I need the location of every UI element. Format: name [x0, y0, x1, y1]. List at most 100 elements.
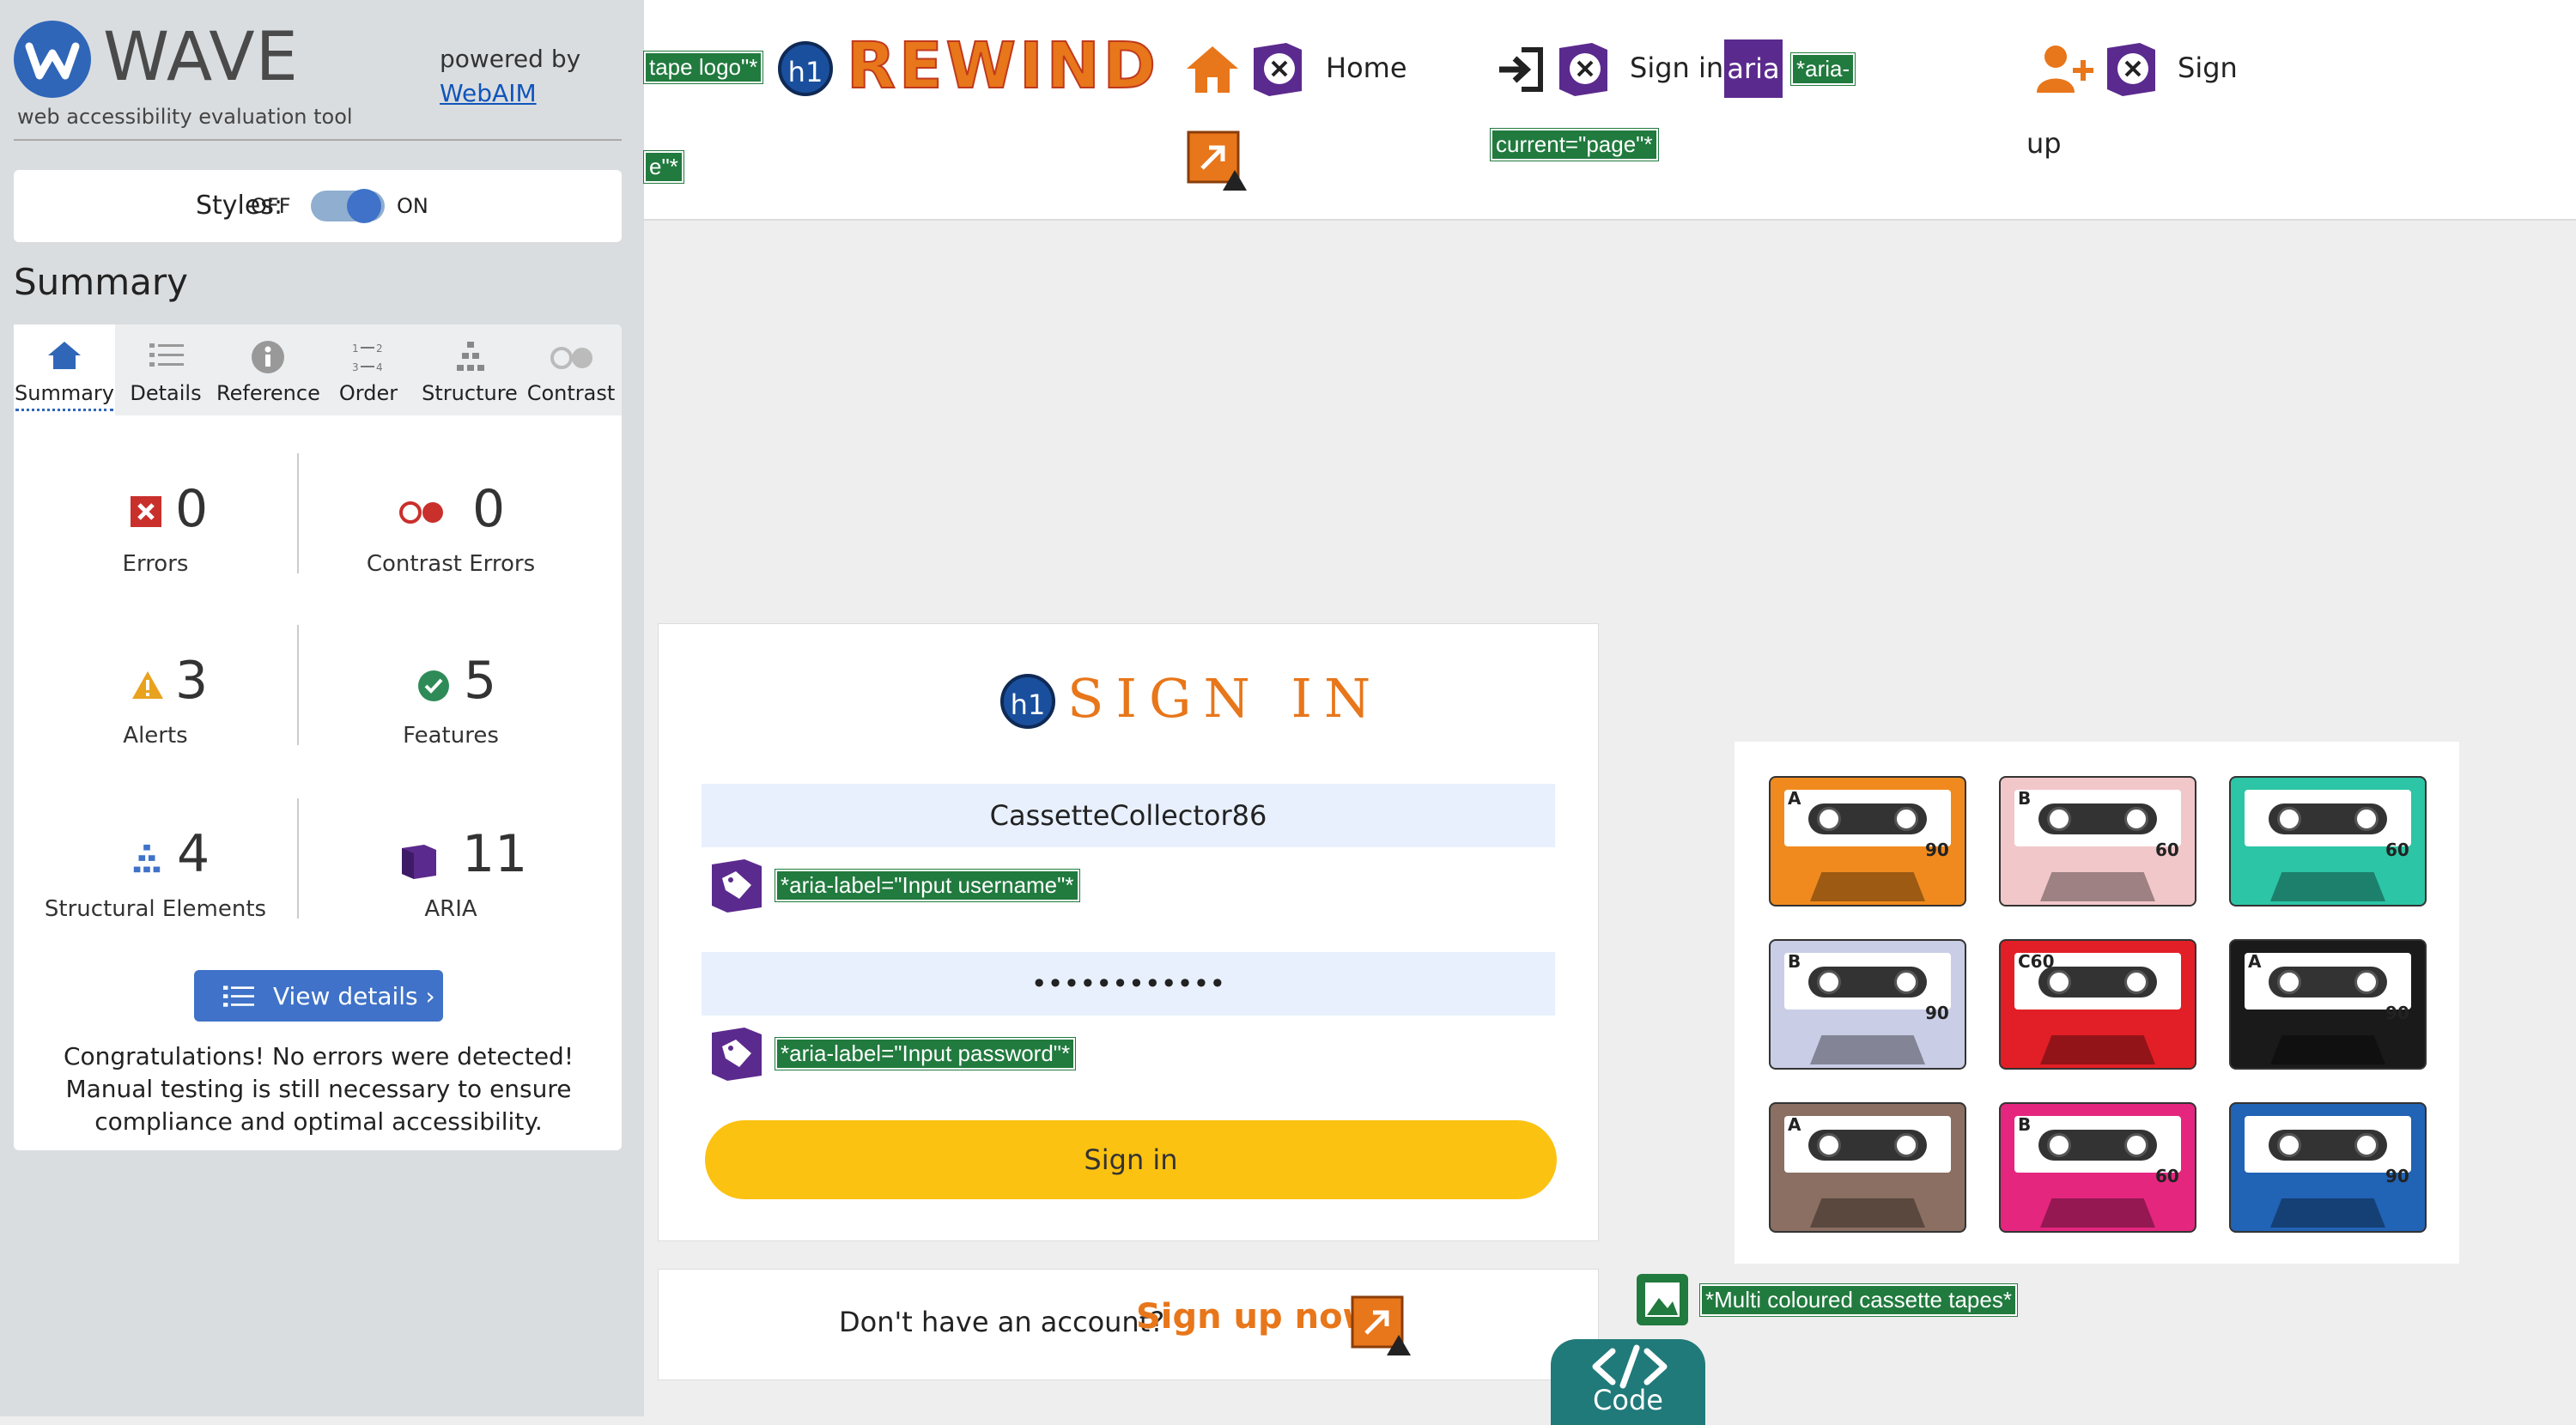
- tab-structure[interactable]: Structure: [419, 335, 520, 412]
- styles-off-label: OFF: [251, 194, 291, 218]
- add-user-icon[interactable]: [2035, 43, 2095, 94]
- aria-current-tag: *aria-: [1789, 52, 1856, 86]
- cassette-reel: [2047, 970, 2071, 994]
- tab-reference[interactable]: Reference: [216, 335, 320, 412]
- cassette-length-label: 90: [1925, 840, 1949, 860]
- stat-features[interactable]: 5 Features: [309, 651, 592, 762]
- code-button[interactable]: Code: [1551, 1339, 1705, 1425]
- code-icon: [1592, 1344, 1668, 1389]
- aria-badge: aria: [1724, 39, 1783, 98]
- webaim-link[interactable]: WebAIM: [440, 79, 537, 107]
- contrast-icon: [550, 347, 592, 369]
- cassette-tape: B 90: [1769, 939, 1966, 1070]
- cassette-reel: [2124, 1133, 2148, 1157]
- stat-aria[interactable]: 11 ARIA: [309, 824, 592, 936]
- svg-text:1: 1: [352, 343, 359, 355]
- cassette-tape: C60: [1999, 939, 2196, 1070]
- nav-home[interactable]: Home: [1326, 52, 1407, 84]
- link-alert-icon: [1351, 1295, 1411, 1355]
- cassette-tape: A 90: [1769, 776, 1966, 907]
- aria-label-icon: [712, 859, 762, 913]
- alerts-label: Alerts: [123, 723, 188, 749]
- cassette-base: [2270, 1198, 2385, 1228]
- stat-structural[interactable]: 4 Structural Elements: [14, 824, 297, 936]
- cassette-base: [2040, 1198, 2155, 1228]
- page-title: SIGN IN: [1067, 667, 1383, 730]
- sign-in-icon[interactable]: [1496, 46, 1546, 93]
- divider: [297, 798, 299, 919]
- tab-order[interactable]: 1 2 3 4 Order: [318, 335, 419, 412]
- tab-label: Summary: [15, 381, 114, 405]
- svg-text:2: 2: [376, 343, 383, 355]
- tab-label: Details: [130, 381, 202, 405]
- aria-label-tag: *aria-label="Input password"*: [774, 1037, 1077, 1070]
- cassette-tape: A 90: [2229, 939, 2427, 1070]
- info-icon: [252, 341, 284, 373]
- cassette-side-label: C60: [2018, 951, 2055, 972]
- cassette-length-label: 60: [2155, 1166, 2179, 1186]
- signup-prompt: Don't have an account?: [839, 1306, 1165, 1338]
- list-icon: [223, 985, 254, 1007]
- cassette-reel: [1817, 807, 1841, 831]
- home-icon[interactable]: [1185, 43, 1240, 94]
- username-input[interactable]: CassetteCollector86: [702, 784, 1555, 847]
- structure-icon: [133, 844, 161, 873]
- cassette-tape: B 60: [1999, 776, 2196, 907]
- cassette-length-label: 60: [2155, 840, 2179, 860]
- nav-signin[interactable]: Sign in: [1630, 52, 1723, 84]
- link-alert-icon: [1187, 130, 1247, 191]
- cassette-base: [2040, 872, 2155, 901]
- alt-text-tag: *Multi coloured cassette tapes*: [1699, 1283, 2018, 1317]
- cassette-reel: [2124, 807, 2148, 831]
- summary-heading: Summary: [14, 261, 188, 303]
- view-details-button[interactable]: View details ›: [194, 970, 443, 1022]
- cassette-side-label: A: [2248, 951, 2262, 972]
- nav-signup-line2[interactable]: up: [2026, 127, 2062, 160]
- cassette-side-label: A: [1788, 788, 1801, 809]
- stat-alerts[interactable]: 3 Alerts: [14, 651, 297, 762]
- feature-icon: [418, 670, 449, 701]
- wave-logo-icon: [14, 21, 91, 98]
- view-details-label: View details ›: [273, 982, 435, 1010]
- cassette-image: A 90 B 60 60 B 90 C60 A 90 A B 60 90: [1735, 742, 2459, 1264]
- alt-text-tag: tape logo"*: [642, 51, 764, 84]
- tab-summary[interactable]: Summary: [14, 335, 115, 412]
- toggle-knob[interactable]: [347, 189, 381, 223]
- cassette-base: [1810, 872, 1925, 901]
- cassette-tape: A: [1769, 1102, 1966, 1233]
- nav-signup[interactable]: Sign: [2178, 52, 2238, 84]
- wave-tagline: web accessibility evaluation tool: [17, 105, 353, 129]
- password-input[interactable]: ••••••••••••: [702, 952, 1555, 1016]
- cassette-side-label: B: [2018, 788, 2032, 809]
- tab-contrast[interactable]: Contrast: [520, 335, 622, 412]
- summary-panel: Summary Details Reference 1 2 3 4 Order Str…: [14, 324, 622, 1150]
- stat-errors[interactable]: 0 Errors: [14, 479, 297, 591]
- styles-toggle-card: Styles: OFF ON: [14, 170, 622, 242]
- structural-label: Structural Elements: [44, 896, 267, 922]
- aria-label: ARIA: [424, 896, 477, 922]
- tab-label: Order: [338, 381, 398, 405]
- cassette-reel: [2124, 970, 2148, 994]
- cassette-side-label: B: [2018, 1114, 2032, 1135]
- cassette-reel: [2277, 970, 2301, 994]
- alt-text-tag: e"*: [643, 150, 684, 184]
- signin-card: h1 SIGN IN CassetteCollector86 *aria-lab…: [658, 623, 1599, 1241]
- cassette-length-label: 60: [2385, 840, 2409, 860]
- features-count: 5: [464, 651, 497, 711]
- powered-by: powered by: [440, 45, 581, 73]
- signin-button[interactable]: Sign in: [705, 1120, 1557, 1199]
- hierarchy-icon: [457, 342, 484, 371]
- site-logo[interactable]: REWIND: [846, 28, 1159, 104]
- aria-current-tag: current="page"*: [1490, 128, 1659, 161]
- tab-details[interactable]: Details: [115, 335, 216, 412]
- cassette-reel: [1894, 807, 1918, 831]
- stat-contrast-errors[interactable]: 0 Contrast Errors: [309, 479, 592, 591]
- svg-text:3: 3: [352, 361, 359, 373]
- cassette-reel: [1894, 1133, 1918, 1157]
- aria-label-icon: [712, 1028, 762, 1081]
- h1-badge: h1: [778, 41, 833, 96]
- wave-brand: WAVE: [103, 19, 299, 96]
- structural-count: 4: [177, 824, 210, 884]
- alert-icon: [132, 671, 163, 699]
- cassette-base: [1810, 1035, 1925, 1064]
